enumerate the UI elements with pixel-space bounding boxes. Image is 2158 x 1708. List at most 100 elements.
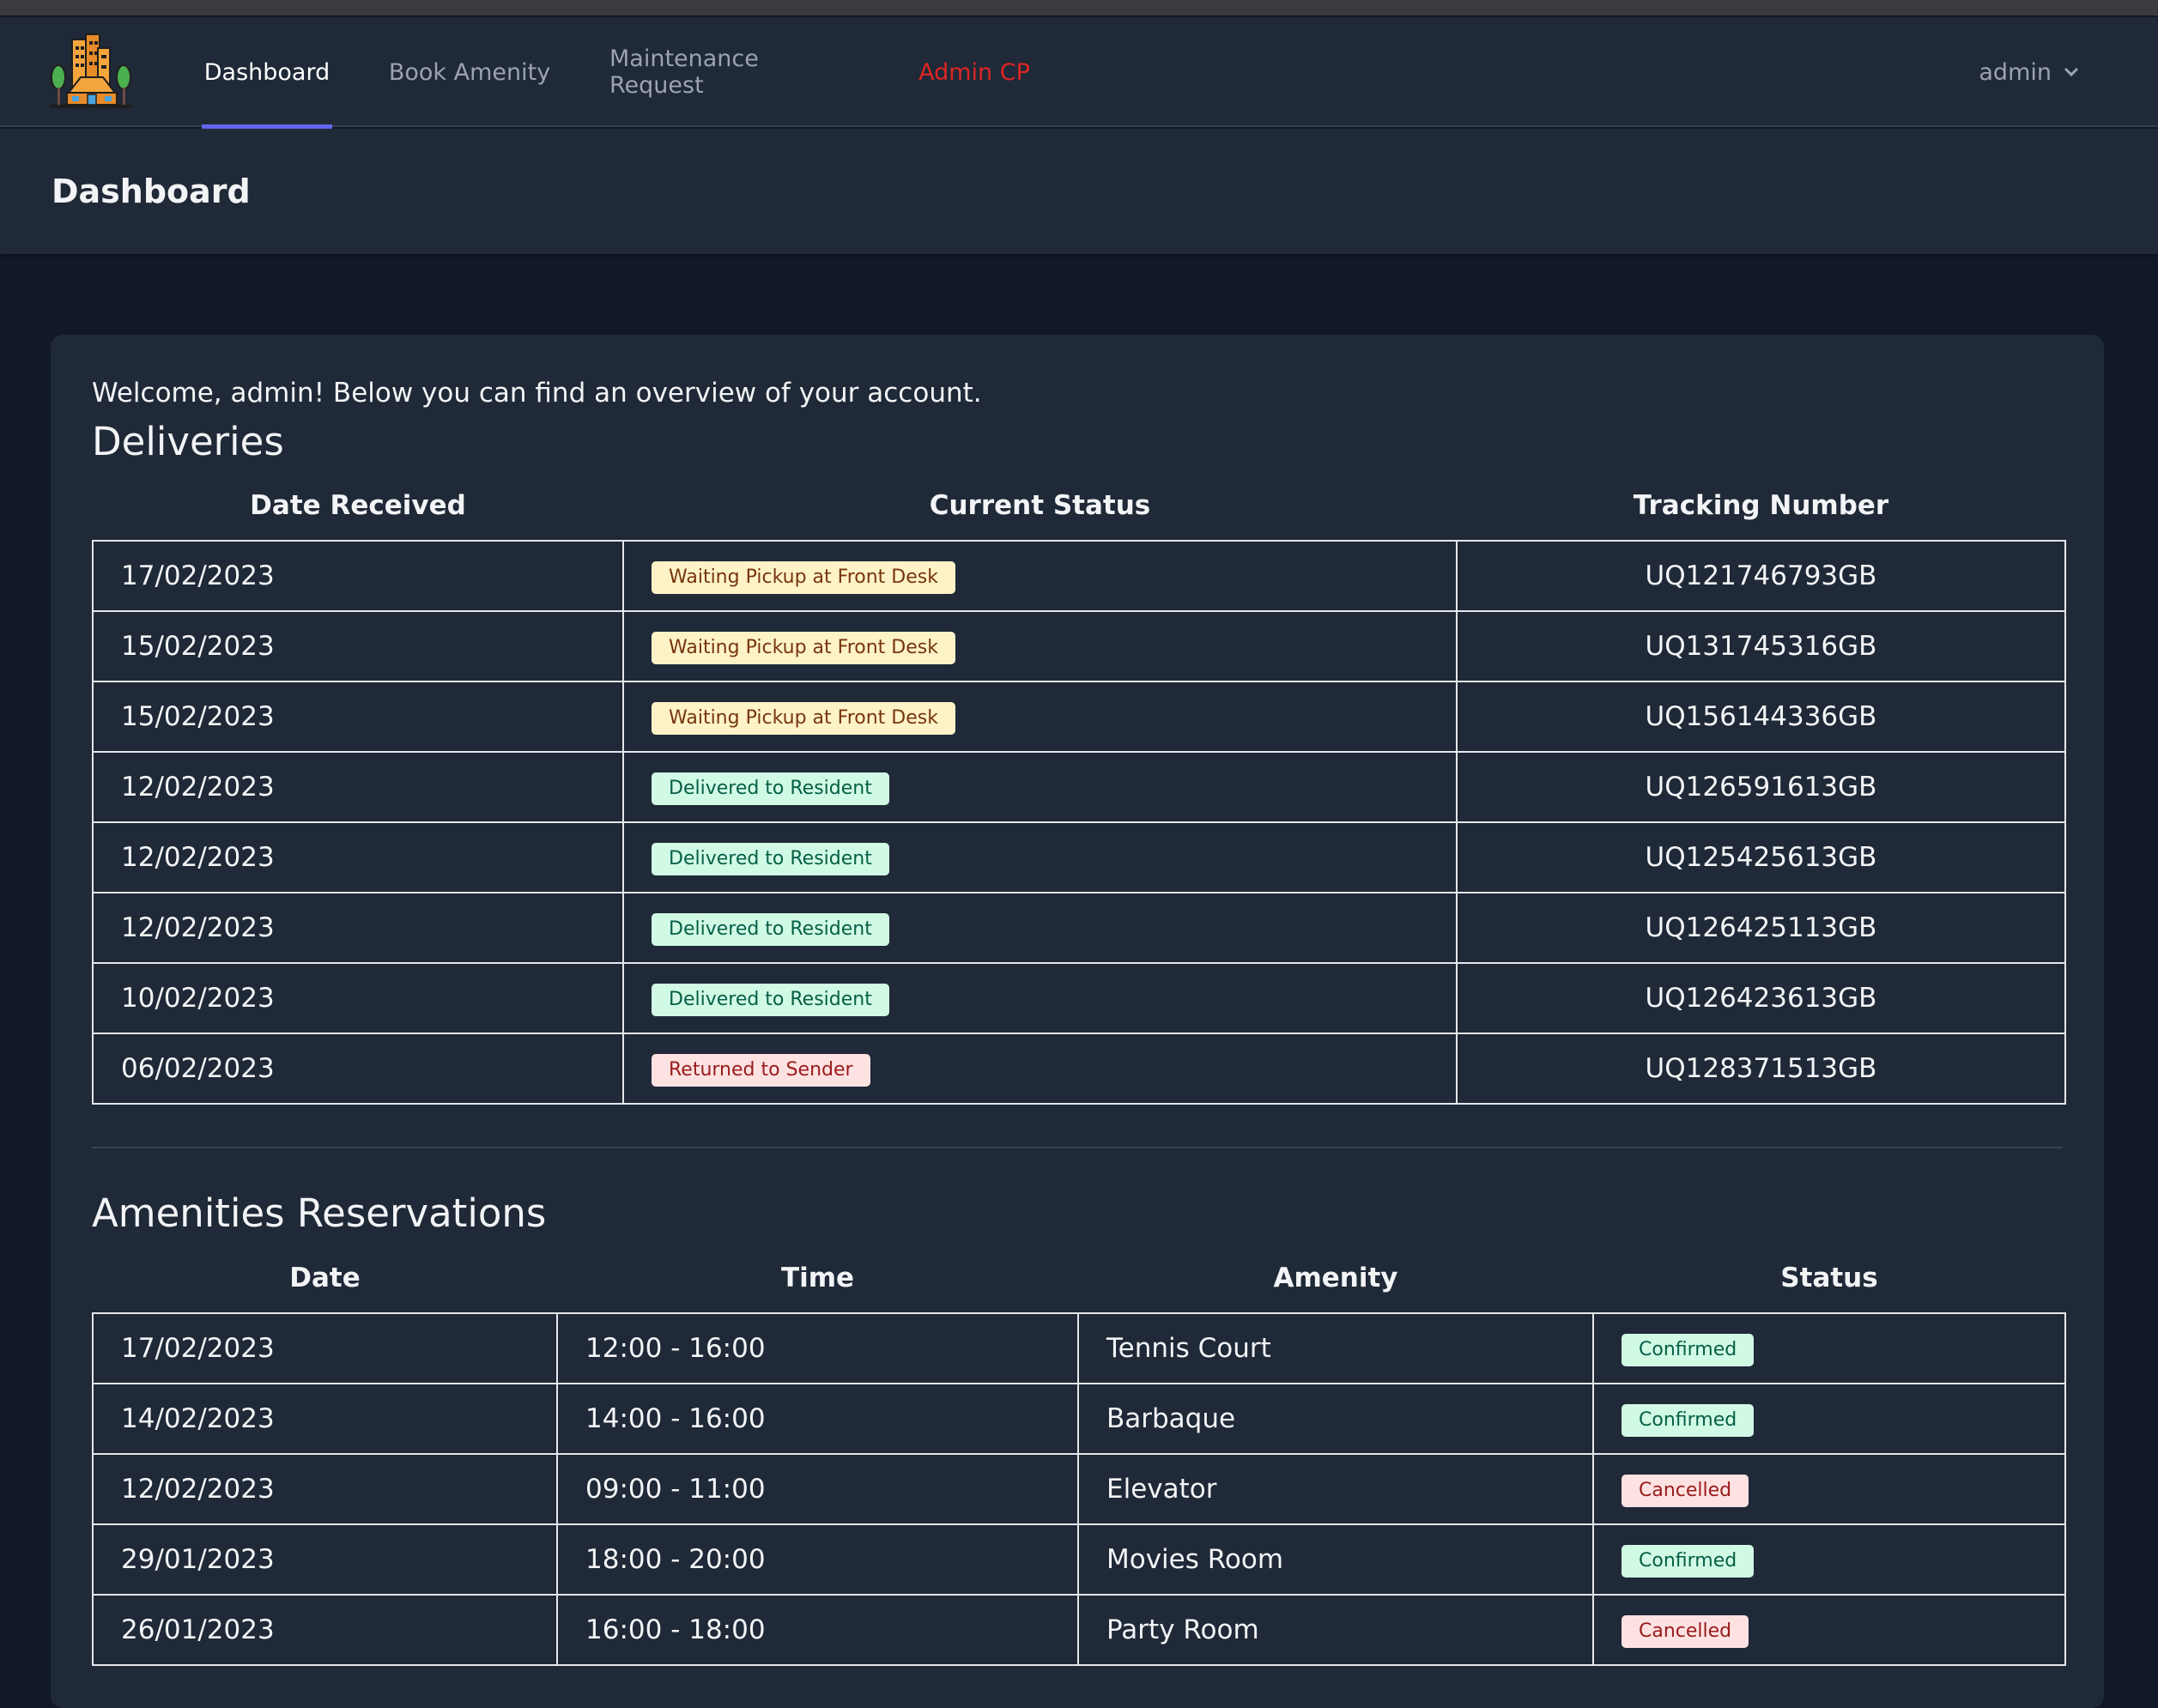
reservations-table: Date Time Amenity Status 17/02/2023 12:0… — [92, 1243, 2066, 1666]
time-cell: 16:00 - 18:00 — [556, 1594, 1079, 1666]
time-cell: 18:00 - 20:00 — [556, 1523, 1079, 1596]
date-cell: 12/02/2023 — [92, 821, 624, 893]
date-cell: 12/02/2023 — [92, 751, 624, 823]
status-badge: Returned to Sender — [652, 1053, 870, 1087]
nav-maintenance-request-label: Maintenance Request — [609, 45, 759, 99]
date-cell: 17/02/2023 — [92, 540, 624, 612]
table-row: 06/02/2023 Returned to Sender UQ12837151… — [92, 1033, 2066, 1105]
deliveries-table: Date Received Current Status Tracking Nu… — [92, 470, 2066, 1105]
tracking-cell: UQ126423613GB — [1456, 962, 2066, 1034]
section-divider — [92, 1147, 2063, 1148]
nav-maintenance-request[interactable]: Maintenance Request — [609, 17, 858, 127]
table-row: 12/02/2023 Delivered to Resident UQ12542… — [92, 821, 2066, 893]
column-header: Status — [1780, 1262, 1878, 1293]
amenity-cell: Barbaque — [1077, 1383, 1594, 1455]
overview-card: Welcome, admin! Below you can find an ov… — [51, 335, 2104, 1708]
status-cell: Confirmed — [1592, 1383, 2066, 1455]
status-cell: Delivered to Resident — [622, 962, 1458, 1034]
date-cell: 12/02/2023 — [92, 892, 624, 964]
page-header: Dashboard — [0, 129, 2158, 254]
status-cell: Waiting Pickup at Front Desk — [622, 540, 1458, 612]
status-badge: Cancelled — [1622, 1614, 1749, 1648]
date-cell: 15/02/2023 — [92, 610, 624, 682]
tracking-cell: UQ128371513GB — [1456, 1033, 2066, 1105]
column-header: Time — [780, 1262, 855, 1293]
status-badge: Waiting Pickup at Front Desk — [652, 560, 955, 594]
date-cell: 29/01/2023 — [92, 1523, 558, 1596]
nav-dashboard[interactable]: Dashboard — [202, 17, 332, 129]
status-cell: Confirmed — [1592, 1523, 2066, 1596]
status-badge: Delivered to Resident — [652, 912, 889, 946]
deliveries-header-row: Date Received Current Status Tracking Nu… — [93, 470, 2065, 541]
tracking-cell: UQ121746793GB — [1456, 540, 2066, 612]
reservations-header-row: Date Time Amenity Status — [93, 1243, 2065, 1313]
amenity-cell: Party Room — [1077, 1594, 1594, 1666]
status-badge: Delivered to Resident — [652, 842, 889, 875]
table-row: 12/02/2023 09:00 - 11:00 Elevator Cancel… — [92, 1453, 2066, 1525]
amenity-cell: Elevator — [1077, 1453, 1594, 1525]
welcome-message: Welcome, admin! Below you can find an ov… — [92, 378, 982, 409]
nav-book-amenity[interactable]: Book Amenity — [388, 17, 551, 127]
window-top-strip — [0, 0, 2158, 17]
date-cell: 15/02/2023 — [92, 681, 624, 753]
page-title: Dashboard — [52, 173, 251, 210]
status-badge: Cancelled — [1622, 1474, 1749, 1507]
status-cell: Delivered to Resident — [622, 751, 1458, 823]
table-row: 15/02/2023 Waiting Pickup at Front Desk … — [92, 610, 2066, 682]
tracking-cell: UQ126425113GB — [1456, 892, 2066, 964]
date-cell: 14/02/2023 — [92, 1383, 558, 1455]
status-cell: Waiting Pickup at Front Desk — [622, 610, 1458, 682]
date-cell: 17/02/2023 — [92, 1312, 558, 1384]
time-cell: 12:00 - 16:00 — [556, 1312, 1079, 1384]
tracking-cell: UQ126591613GB — [1456, 751, 2066, 823]
table-row: 29/01/2023 18:00 - 20:00 Movies Room Con… — [92, 1523, 2066, 1596]
table-row: 12/02/2023 Delivered to Resident UQ12659… — [92, 751, 2066, 823]
column-header: Amenity — [1273, 1262, 1398, 1293]
status-cell: Cancelled — [1592, 1453, 2066, 1525]
table-row: 17/02/2023 Waiting Pickup at Front Desk … — [92, 540, 2066, 612]
status-badge: Confirmed — [1622, 1544, 1755, 1578]
table-row: 14/02/2023 14:00 - 16:00 Barbaque Confir… — [92, 1383, 2066, 1455]
column-header: Date — [289, 1262, 361, 1293]
status-cell: Delivered to Resident — [622, 821, 1458, 893]
amenity-cell: Movies Room — [1077, 1523, 1594, 1596]
date-cell: 26/01/2023 — [92, 1594, 558, 1666]
nav-book-amenity-label: Book Amenity — [388, 58, 551, 86]
table-row: 10/02/2023 Delivered to Resident UQ12642… — [92, 962, 2066, 1034]
tracking-cell: UQ156144336GB — [1456, 681, 2066, 753]
status-cell: Cancelled — [1592, 1594, 2066, 1666]
status-badge: Waiting Pickup at Front Desk — [652, 701, 955, 735]
status-badge: Delivered to Resident — [652, 772, 889, 805]
time-cell: 14:00 - 16:00 — [556, 1383, 1079, 1455]
user-menu-label: admin — [1979, 58, 2052, 86]
time-cell: 09:00 - 11:00 — [556, 1453, 1079, 1525]
table-row: 15/02/2023 Waiting Pickup at Front Desk … — [92, 681, 2066, 753]
status-badge: Waiting Pickup at Front Desk — [652, 631, 955, 664]
top-navbar: Dashboard Book Amenity Maintenance Reque… — [0, 17, 2158, 129]
tracking-cell: UQ125425613GB — [1456, 821, 2066, 893]
status-badge: Delivered to Resident — [652, 983, 889, 1016]
status-cell: Returned to Sender — [622, 1033, 1458, 1105]
date-cell: 06/02/2023 — [92, 1033, 624, 1105]
tracking-cell: UQ131745316GB — [1456, 610, 2066, 682]
column-header: Current Status — [929, 489, 1151, 521]
amenity-cell: Tennis Court — [1077, 1312, 1594, 1384]
column-header: Tracking Number — [1633, 489, 1889, 521]
nav-admin-cp[interactable]: Admin CP — [914, 17, 1034, 127]
table-row: 17/02/2023 12:00 - 16:00 Tennis Court Co… — [92, 1312, 2066, 1384]
chevron-down-icon — [2064, 67, 2079, 77]
nav-dashboard-label: Dashboard — [203, 58, 330, 86]
reservations-title: Amenities Reservations — [92, 1190, 547, 1236]
table-row: 12/02/2023 Delivered to Resident UQ12642… — [92, 892, 2066, 964]
deliveries-title: Deliveries — [92, 419, 284, 464]
status-cell: Waiting Pickup at Front Desk — [622, 681, 1458, 753]
building-logo-icon[interactable] — [50, 33, 132, 112]
user-menu[interactable]: admin — [1979, 17, 2079, 127]
status-cell: Delivered to Resident — [622, 892, 1458, 964]
nav-admin-cp-label: Admin CP — [918, 58, 1030, 86]
status-badge: Confirmed — [1622, 1333, 1755, 1366]
date-cell: 10/02/2023 — [92, 962, 624, 1034]
column-header: Date Received — [250, 489, 466, 521]
date-cell: 12/02/2023 — [92, 1453, 558, 1525]
status-badge: Confirmed — [1622, 1403, 1755, 1437]
